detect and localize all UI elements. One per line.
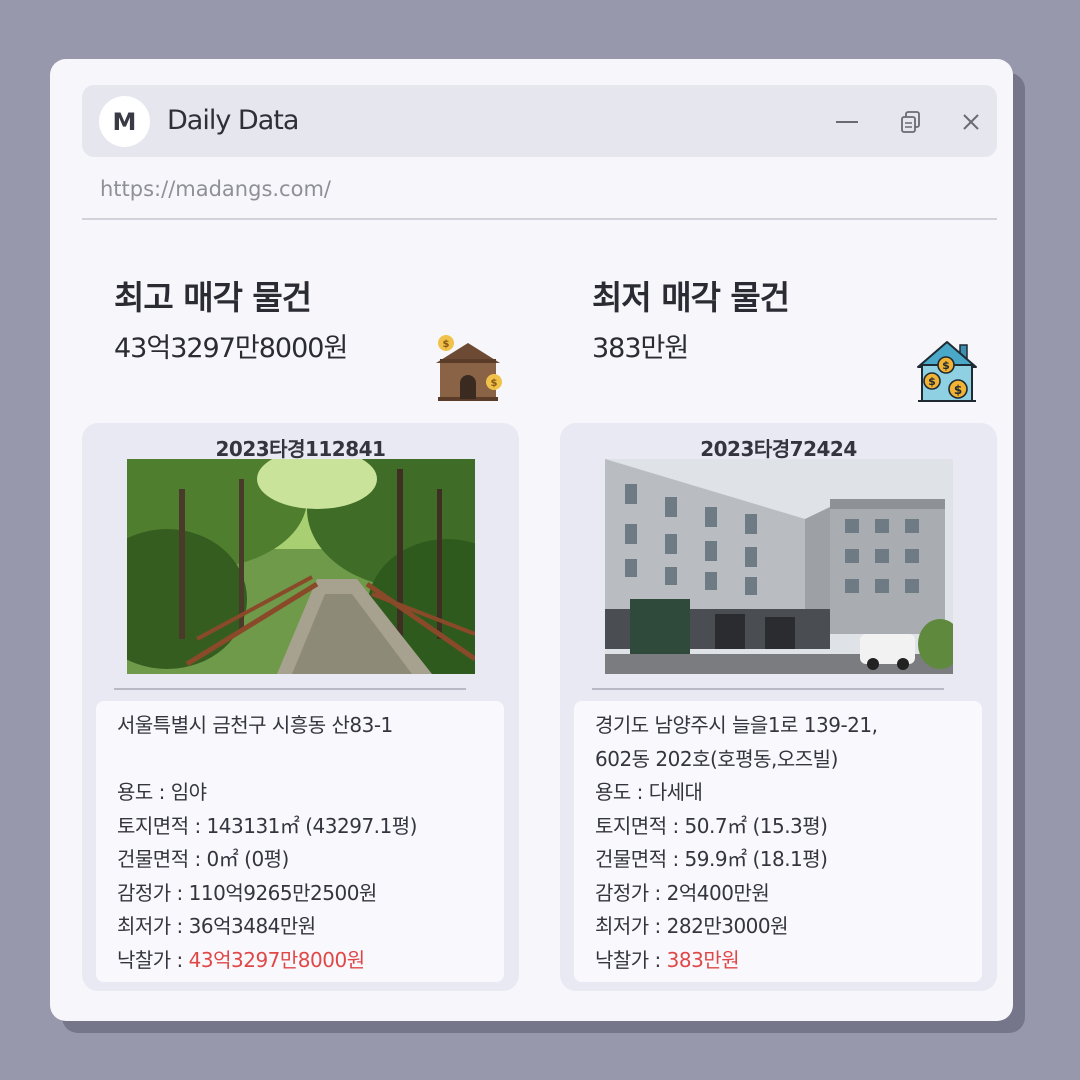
highest-property-card[interactable]: 2023타경112841 서울특별시 금천구 시흥동 산83-1 용도: 임야…: [82, 423, 519, 991]
property-details: 경기도 남양주시 늘을1로 139-21, 602동 202호(호평동,오즈빌)…: [574, 701, 982, 982]
svg-text:$: $: [928, 375, 936, 388]
svg-text:$: $: [491, 378, 498, 389]
svg-text:$: $: [942, 359, 950, 372]
winning-bid-label: 낙찰가 :: [595, 947, 667, 972]
highest-heading: 최고 매각 물건: [114, 278, 312, 317]
house-money-icon: $ $: [436, 335, 502, 401]
app-window: M Daily Data https://madangs.com/ 최고 매각 …: [50, 59, 1013, 1021]
url-text[interactable]: https://madangs.com/: [100, 177, 331, 201]
app-logo: M: [99, 96, 150, 147]
restore-icon: [901, 111, 920, 133]
card-divider: [592, 688, 944, 690]
winning-bid: 낙찰가 : 383만원: [595, 944, 982, 978]
winning-bid: 낙찰가 : 43억3297만8000원: [117, 944, 504, 978]
app-title: Daily Data: [167, 105, 299, 136]
appraisal-price: 감정가 : 2억400만원: [595, 880, 770, 905]
restore-button[interactable]: [894, 105, 928, 139]
house-coins-icon: $ $ $: [917, 341, 977, 402]
lowest-heading: 최저 매각 물건: [592, 278, 790, 317]
minimum-price: 최저가 : 36억3484만원: [117, 914, 316, 938]
title-bar: M Daily Data: [82, 85, 997, 157]
address-line-1: 경기도 남양주시 늘을1로 139-21,: [595, 713, 878, 737]
lowest-property-card[interactable]: 2023타경72424 경기도 남양주시 늘을1로 139-21, 602동 2…: [560, 423, 997, 991]
property-details: 서울특별시 금천구 시흥동 산83-1 용도 : 임야 토지면적 : 14313…: [96, 701, 504, 982]
svg-text:$: $: [443, 339, 450, 350]
minimum-price: 최저가 : 282만3000원: [595, 914, 789, 938]
lowest-price: 383만원: [592, 333, 689, 364]
building-area: 건물면적 : 0㎡ (0평): [117, 847, 289, 871]
winning-bid-value: 383만원: [666, 947, 740, 972]
highest-price: 43억3297만8000원: [114, 333, 348, 364]
land-area: 토지면적 : 50.7㎡ (15.3평): [595, 813, 828, 838]
land-area: 토지면적 : 143131㎡ (43297.1평): [117, 813, 417, 838]
appraisal-price: 감정가 : 110억9265만2500원: [117, 880, 377, 905]
svg-text:$: $: [954, 383, 962, 397]
winning-bid-value: 43억3297만8000원: [188, 947, 365, 972]
case-number: 2023타경72424: [700, 437, 857, 461]
apartment-building-photo: [605, 459, 953, 674]
close-icon: [963, 114, 979, 130]
case-number: 2023타경112841: [215, 437, 386, 461]
building-area: 건물면적 : 59.9㎡ (18.1평): [595, 847, 828, 871]
forest-trail-photo: [127, 459, 475, 674]
usage: 용도 : 임야: [117, 780, 207, 804]
address-line-2: 602동 202호(호평동,오즈빌): [595, 746, 838, 771]
winning-bid-label: 낙찰가 :: [117, 947, 189, 972]
minimize-button[interactable]: [830, 105, 864, 139]
minimize-icon: [836, 121, 858, 123]
header-divider: [82, 218, 997, 220]
address-line-1: 서울특별시 금천구 시흥동 산83-1: [117, 713, 393, 737]
usage: 용도 : 다세대: [595, 780, 703, 804]
close-button[interactable]: [954, 105, 988, 139]
card-divider: [114, 688, 466, 690]
address-line-2: [117, 743, 504, 777]
